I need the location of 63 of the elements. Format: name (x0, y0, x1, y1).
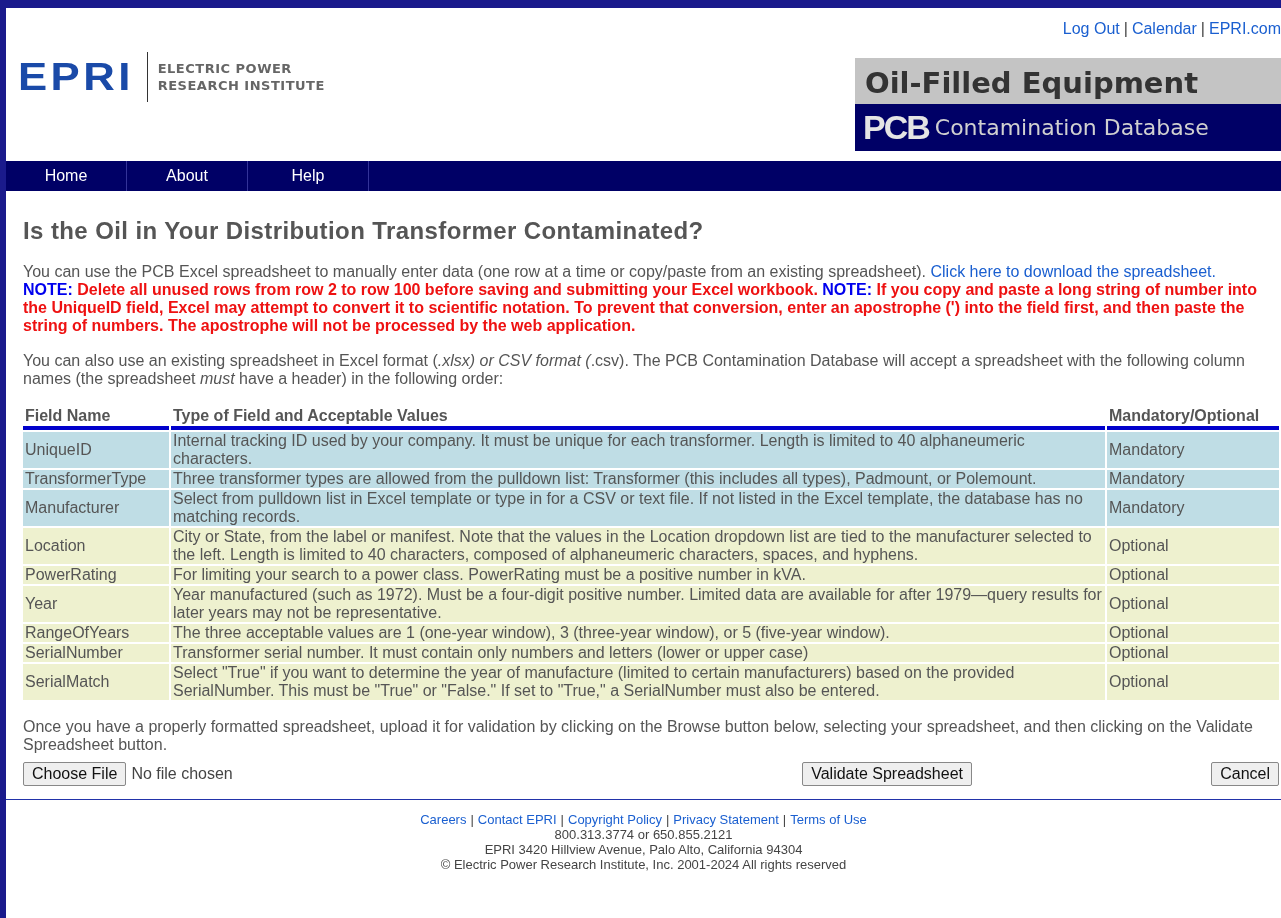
table-cell: RangeOfYears (23, 624, 169, 642)
table-cell: Year (23, 586, 169, 622)
nav-item[interactable]: About (127, 161, 248, 191)
nav-item[interactable]: Help (248, 161, 369, 191)
table-cell: Mandatory (1107, 490, 1279, 526)
footer-link[interactable]: Terms of Use (790, 812, 867, 827)
file-status: No file chosen (131, 765, 233, 783)
nav-item[interactable]: Home (6, 161, 127, 191)
table-cell: Location (23, 528, 169, 564)
logo-text: RESEARCH INSTITUTE (157, 77, 325, 94)
validate-button[interactable]: Validate Spreadsheet (802, 762, 972, 786)
link-separator: | (1200, 20, 1205, 38)
choose-file-button[interactable]: Choose File (23, 762, 127, 786)
footer-text: © Electric Power Research Institute, Inc. 2001-2024 All rights reserved (439, 857, 848, 872)
link-separator: | (1123, 20, 1128, 38)
upload-text: Once you have a properly formatted spreadsheet, upload it for validation by clicking on the Browse button below, selecting your spreadsheet, and then clicking on the Validate Spreadsheet button. (23, 718, 1254, 754)
banner-subtitle: Contamination Database (934, 115, 1209, 140)
banner-acronym: PCB (863, 108, 929, 147)
footer-link[interactable]: Copyright Policy (568, 812, 662, 827)
logo-mark: EPRI (18, 55, 134, 99)
link-separator: | (782, 812, 787, 827)
table-cell: UniqueID (23, 432, 169, 468)
table-cell: Year manufactured (such as 1972). Must be a four-digit positive number. Limited data are available for after 1979—query results for later years may not be representative. (171, 586, 1105, 622)
table-cell: Mandatory (1107, 432, 1279, 468)
table-cell: Select from pulldown list in Excel template or type in for a CSV or text file. If not listed in the Excel template, the database has no matching records. (171, 490, 1105, 526)
table-cell: Mandatory (1107, 470, 1279, 488)
page-heading: Is the Oil in Your Distribution Transformer Contaminated? (23, 217, 705, 245)
table-cell: Optional (1107, 624, 1279, 642)
table-cell: TransformerType (23, 470, 169, 488)
table-cell: For limiting your search to a power class. PowerRating must be a positive number in kVA. (171, 566, 1105, 584)
footer-link[interactable]: Careers (420, 812, 467, 827)
table-cell: Optional (1107, 664, 1279, 700)
table-cell: City or State, from the label or manifest. Note that the values in the Location dropdown list are tied to the manufacturer selected to the left. Length is limited to 40 characters, composed of alphaneumeric characters, spaces, and hyphens. (171, 528, 1105, 564)
table-cell: Optional (1107, 586, 1279, 622)
table-cell: Three transformer types are allowed from the pulldown list: Transformer (this includes all types), Padmount, or Polemount. (171, 470, 1105, 488)
formats-text: You can also use an existing spreadsheet in Excel format (.xlsx) or CSV format (.csv). The PCB Contamination Database will accept a spreadsheet with the following column names (the spreadsheet must have a header) in the following order: (23, 352, 1246, 388)
banner-title: Oil-Filled Equipment (855, 58, 1281, 104)
table-cell: Transformer serial number. It must contain only numbers and letters (lower or upper case) (171, 644, 1105, 662)
table-cell: Optional (1107, 528, 1279, 564)
footer-text: EPRI 3420 Hillview Avenue, Palo Alto, California 94304 (483, 842, 804, 857)
cancel-button[interactable]: Cancel (1211, 762, 1279, 786)
table-cell: SerialNumber (23, 644, 169, 662)
link-separator: | (470, 812, 474, 827)
intro-text: You can use the PCB Excel spreadsheet to manually enter data (one row at a time or copy/paste from an existing spreadsheet). Click here to download the spreadsheet. (23, 263, 1217, 281)
link-separator: | (560, 812, 564, 827)
footer-link[interactable]: Privacy Statement (673, 812, 779, 827)
download-link[interactable]: Click here to download the spreadsheet. (930, 263, 1216, 280)
footer-text: 800.313.3774 or 650.855.2121 (553, 827, 734, 842)
table-cell: Optional (1107, 644, 1279, 662)
header-link[interactable]: Calendar (1131, 20, 1197, 38)
table-cell: Select "True" if you want to determine the year of manufacture (limited to certain manufacturers) based on the provided SerialNumber. This must be "True" or "False." If set to "True," a SerialNumber must also be entered. (171, 664, 1105, 700)
table-cell: PowerRating (23, 566, 169, 584)
table-cell: SerialMatch (23, 664, 169, 700)
table-cell: Internal tracking ID used by your company. It must be unique for each transformer. Length is limited to 40 alphaneumeric characters. (171, 432, 1105, 468)
table-cell: The three acceptable values are 1 (one-year window), 3 (three-year window), or 5 (five-year window). (171, 624, 1105, 642)
table-cell: Manufacturer (23, 490, 169, 526)
header-link[interactable]: Log Out (1062, 20, 1120, 38)
logo-text: ELECTRIC POWER (157, 60, 293, 77)
link-separator: | (665, 812, 670, 827)
note-text: NOTE: Delete all unused rows from row 2 to row 100 before saving and submitting your Excel workbook. NOTE: If you copy and paste a long string of number into the UniqueID field, Excel may attempt to convert it to scientific notation. To prevent that conversion, enter an apostrophe (') into the field first, and then paste the string of numbers. The apostrophe will not be processed by the web application. (23, 281, 1258, 335)
footer-link[interactable]: Contact EPRI (477, 812, 557, 827)
table-cell: Optional (1107, 566, 1279, 584)
header-link[interactable]: EPRI.com (1209, 20, 1281, 38)
